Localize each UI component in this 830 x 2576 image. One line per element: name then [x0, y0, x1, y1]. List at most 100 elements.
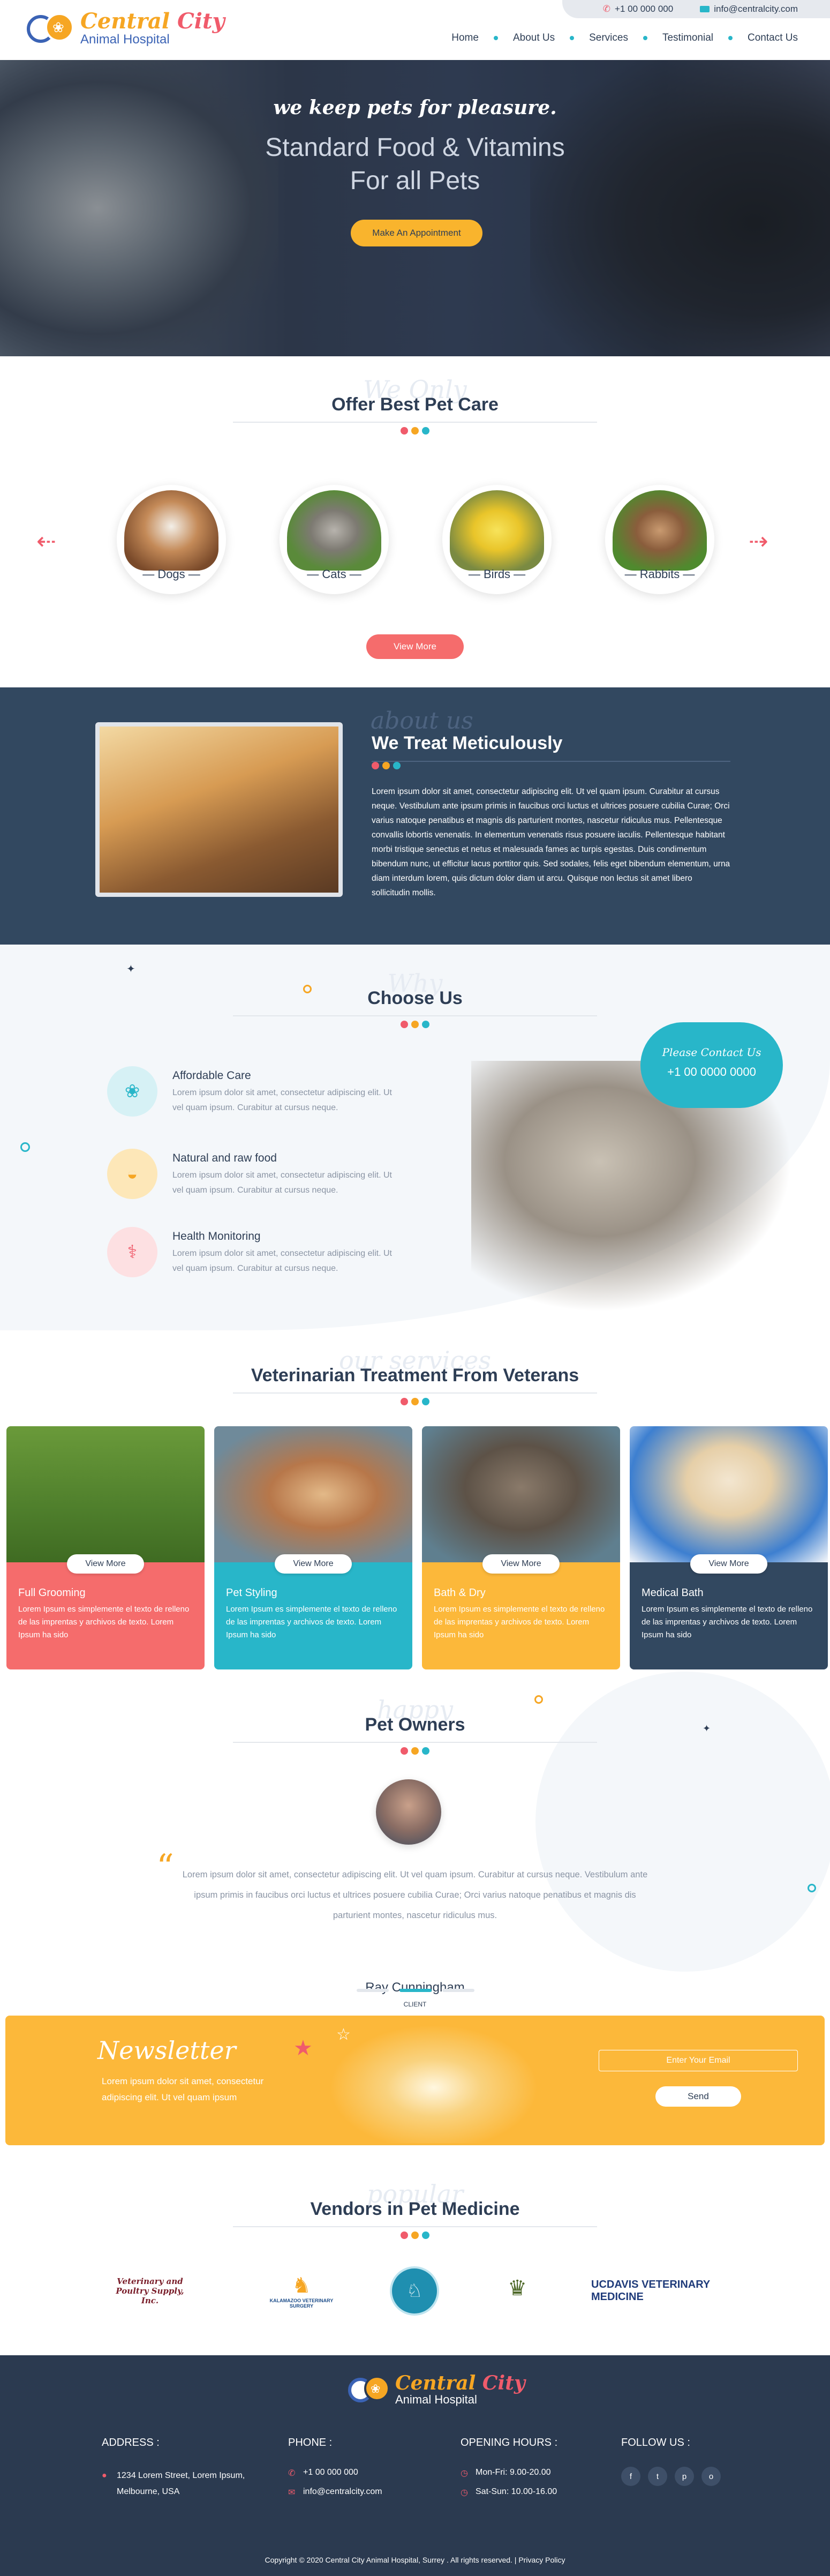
footer-phone[interactable]: ✆ +1 00 000 000 [288, 2468, 358, 2478]
service-text: Lorem Ipsum es simplemente el texto de r… [18, 1605, 190, 1639]
about-script: about us [371, 707, 473, 735]
why-item-health: ⚕ Health Monitoring Lorem ipsum dolor sit… [107, 1227, 397, 1277]
clock-icon: ◷ [461, 2488, 468, 2497]
appointment-button[interactable]: Make An Appointment [351, 220, 482, 246]
view-more-button[interactable]: View More [275, 1554, 352, 1574]
location-icon: ● [102, 2471, 107, 2480]
footer-address: ● 1234 Lorem Street, Lorem Ipsum, Melbour… [102, 2468, 257, 2500]
nav-services[interactable]: Services [589, 32, 628, 44]
social-links: f t p o [621, 2467, 721, 2486]
thermometer-icon: ⚕ [107, 1227, 157, 1277]
client-name: Ray Cunningham [365, 1980, 465, 1995]
client-avatar [376, 1779, 441, 1845]
vendor-logo-kalamazoo[interactable]: ♞ KALAMAZOO VETERINARY SURGERY [261, 2264, 342, 2318]
why-item-food: ◒ Natural and raw food Lorem ipsum dolor … [107, 1149, 397, 1199]
service-image [630, 1426, 828, 1562]
logo-title: Central City [80, 9, 225, 34]
vendors-heading: popular Vendors in Pet Medicine [0, 2182, 830, 2239]
about-text: Lorem ipsum dolor sit amet, consectetur … [372, 787, 730, 897]
phone-icon: ✆ [288, 2469, 296, 2478]
pinterest-icon[interactable]: p [675, 2467, 694, 2486]
quote-icon: “ [156, 1847, 174, 1887]
nav-separator [493, 36, 498, 40]
nav-home[interactable]: Home [451, 32, 479, 44]
slider-dot-active[interactable] [399, 1989, 432, 1992]
rabbit-image [613, 490, 707, 571]
main-nav: Home About Us Services Testimonial Conta… [451, 32, 798, 44]
copyright: Copyright © 2020 Central City Animal Hos… [265, 2556, 565, 2564]
send-button[interactable]: Send [655, 2086, 741, 2107]
service-card-grooming[interactable]: View More Full Grooming Lorem Ipsum es s… [6, 1426, 205, 1669]
facebook-icon[interactable]: f [621, 2467, 640, 2486]
kitten-image [321, 2020, 546, 2143]
pet-card-rabbits[interactable]: — Rabbits — [605, 485, 714, 594]
view-more-button[interactable]: View More [482, 1554, 560, 1574]
footer-hours-heading: OPENING HOURS : [461, 2437, 558, 2448]
circle-decoration [20, 1142, 30, 1152]
arrow-left-icon[interactable]: ⇠ [36, 528, 56, 555]
why-item-affordable: ❀ Affordable Care Lorem ipsum dolor sit a… [107, 1066, 397, 1117]
header-phone[interactable]: ✆ +1 00 000 000 [603, 4, 673, 14]
footer-phone-heading: PHONE : [288, 2437, 333, 2448]
mail-icon: ✉ [288, 2488, 296, 2497]
service-card-medical[interactable]: View More Medical Bath Lorem Ipsum es si… [630, 1426, 828, 1669]
testimonial-quote: Lorem ipsum dolor sit amet, consectetur … [182, 1870, 648, 1920]
newsletter-title: Newsletter [97, 2036, 236, 2065]
view-more-button[interactable]: View More [67, 1554, 144, 1574]
arrow-right-icon[interactable]: ⇢ [749, 528, 768, 555]
slider-dot[interactable] [442, 1989, 474, 1992]
pet-label: — Birds — [468, 567, 526, 581]
pet-label: — Cats — [307, 567, 361, 581]
clock-icon: ◷ [461, 2469, 468, 2478]
contact-bar: ✆ +1 00 000 000 info@centralcity.com [562, 0, 830, 18]
pet-card-birds[interactable]: — Birds — [442, 485, 552, 594]
vendor-logo-crest[interactable]: ♛ [495, 2264, 540, 2318]
logo[interactable]: ❀ Central City Animal Hospital [27, 11, 225, 46]
why-heading: Why Choose Us [0, 971, 830, 1028]
newsletter-text: Lorem ipsum dolor sit amet, consectetur … [102, 2076, 264, 2102]
service-text: Lorem Ipsum es simplemente el texto de r… [434, 1605, 605, 1639]
service-title: Full Grooming [18, 1587, 86, 1599]
logo-mark: ❀ [27, 11, 75, 46]
footer-logo[interactable]: ❀ Central City Animal Hospital [348, 2373, 525, 2406]
pets-view-more-button[interactable]: View More [366, 634, 464, 659]
instagram-icon[interactable]: o [701, 2467, 721, 2486]
slider-dot[interactable] [357, 1989, 389, 1992]
service-image [6, 1426, 205, 1562]
footer-email[interactable]: ✉ info@centralcity.com [288, 2487, 382, 2498]
dog-image [124, 490, 218, 571]
vendor-logo-circle[interactable]: ♘ [388, 2264, 441, 2318]
view-more-button[interactable]: View More [690, 1554, 767, 1574]
star-icon: ☆ [336, 2026, 351, 2043]
service-card-bath[interactable]: View More Bath & Dry Lorem Ipsum es simp… [422, 1426, 620, 1669]
client-role: CLIENT [403, 2001, 427, 2008]
footer-follow-heading: FOLLOW US : [621, 2437, 690, 2448]
divider [372, 761, 730, 762]
paw-icon: ❀ [107, 1066, 157, 1117]
services-heading: our services Veterinarian Treatment From… [0, 1348, 830, 1405]
pet-card-cats[interactable]: — Cats — [280, 485, 389, 594]
about-title: We Treat Meticulously [372, 733, 563, 753]
vendor-logo-ucdavis[interactable]: UCDAVIS VETERINARY MEDICINE [591, 2264, 714, 2318]
nav-about[interactable]: About Us [513, 32, 555, 44]
twitter-icon[interactable]: t [648, 2467, 667, 2486]
mail-icon [700, 6, 710, 12]
email-input[interactable]: Enter Your Email [599, 2050, 798, 2071]
logo-subtitle: Animal Hospital [395, 2393, 477, 2406]
pet-label: — Rabbits — [624, 567, 695, 581]
title-dots [372, 762, 401, 769]
pet-card-dogs[interactable]: — Dogs — [117, 485, 226, 594]
pet-care-heading: We Only Offer Best Pet Care [0, 377, 830, 435]
vendor-logo-vetpoultry[interactable]: Veterinary and Poultry Supply, Inc. [107, 2264, 193, 2318]
header-email[interactable]: info@centralcity.com [700, 4, 798, 14]
service-image [422, 1426, 620, 1562]
nav-testimonial[interactable]: Testimonial [662, 32, 713, 44]
service-title: Bath & Dry [434, 1587, 486, 1599]
service-card-styling[interactable]: View More Pet Styling Lorem Ipsum es sim… [214, 1426, 412, 1669]
paw-icon: ❀ [371, 2382, 381, 2395]
service-title: Pet Styling [226, 1587, 277, 1599]
food-bowl-icon: ◒ [107, 1149, 157, 1199]
testimonial-heading: happy Pet Owners [0, 1697, 830, 1755]
nav-contact[interactable]: Contact Us [748, 32, 798, 44]
contact-cloud[interactable]: Please Contact Us +1 00 0000 0000 [640, 1022, 783, 1108]
